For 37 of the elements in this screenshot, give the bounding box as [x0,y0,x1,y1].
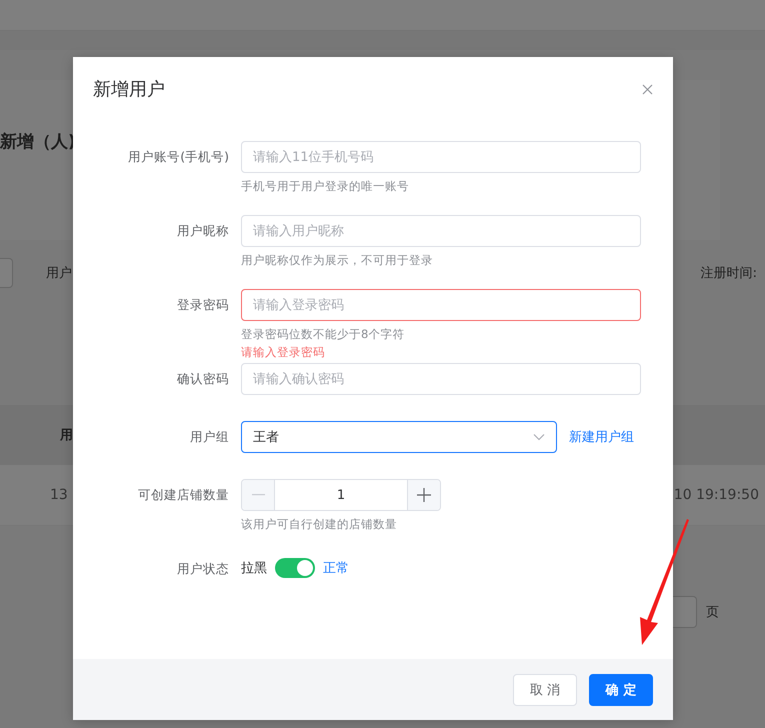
table-cell: 10 19:19:50 [674,487,759,503]
select-field[interactable]: 王者 [241,421,557,453]
page-unit: 页 [706,604,719,621]
field-label: 用户状态 [176,560,230,578]
field-label: 用户账号(手机号) [127,148,230,166]
table-cell: 13 [50,487,68,503]
increase-button[interactable] [407,480,440,510]
close-icon[interactable] [642,84,653,94]
cancel-button[interactable]: 取 消 [513,674,577,706]
dialog-title: 新增用户 [93,78,165,101]
field-label: 用户组 [189,428,230,446]
help-text: 手机号用于用户登录的唯一账号 [241,178,410,195]
number-value: 1 [336,488,346,502]
error-message: 请输入登录密码 [241,344,326,361]
page-input[interactable] [672,596,697,628]
help-text: 用户昵称仅作为展示，不可用于登录 [241,252,434,269]
confirm-button[interactable]: 确 定 [589,674,653,706]
switch-on-label: 正常 [323,560,349,577]
help-text: 该用户可自行创建的店铺数量 [241,516,398,533]
number-stepper[interactable]: 1 [241,479,441,511]
plus-icon [417,488,431,502]
input-field[interactable]: 请输入登录密码 [241,289,641,321]
filter-input[interactable] [0,258,13,288]
field-label: 可创建店铺数量 [137,486,230,504]
filter-label: 用户 [46,265,72,282]
field-label: 登录密码 [176,296,230,314]
status-toggle[interactable] [275,558,315,578]
help-text: 登录密码位数不能少于8个字符 [241,326,406,343]
field-label: 确认密码 [176,370,230,388]
filter-label: 注册时间: [700,265,757,282]
minus-icon [252,494,264,496]
field-label: 用户昵称 [176,222,230,240]
switch-off-label: 拉黑 [241,560,267,577]
create-group-link[interactable]: 新建用户组 [569,428,634,446]
chevron-down-icon [533,433,545,441]
column-header: 用 [60,427,73,444]
selected-value: 王者 [253,429,279,446]
